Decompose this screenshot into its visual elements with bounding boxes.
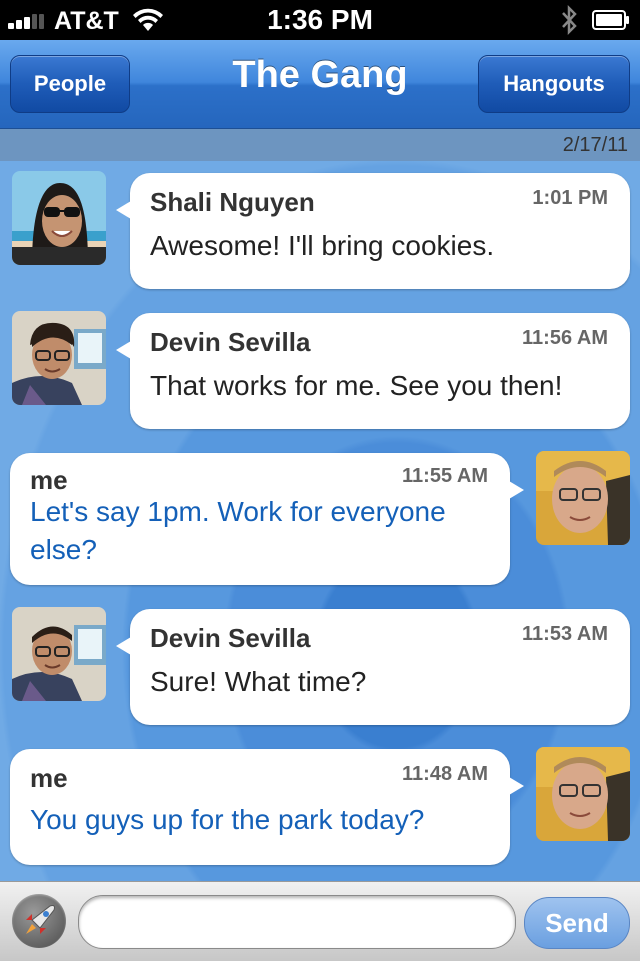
message-sender: Shali Nguyen — [150, 187, 315, 217]
date-label: 2/17/11 — [562, 134, 628, 156]
avatar-me[interactable] — [536, 451, 630, 545]
date-header: 2/17/11 — [0, 129, 640, 161]
message-bubble[interactable]: Devin Sevilla 11:53 AM Sure! What time? — [116, 609, 630, 725]
bluetooth-icon — [562, 4, 577, 36]
message-text: Sure! What time? — [150, 666, 367, 697]
message-timestamp: 11:48 AM — [402, 763, 488, 785]
message-timestamp: 11:56 AM — [522, 327, 608, 349]
message-sender: Devin Sevilla — [150, 327, 311, 357]
compose-bar: Send — [0, 881, 640, 961]
message-bubble[interactable]: Devin Sevilla 11:56 AM That works for me… — [116, 313, 630, 429]
avatar-devin-sevilla[interactable] — [12, 311, 106, 405]
people-button[interactable]: People — [10, 55, 130, 113]
message-timestamp: 11:53 AM — [522, 623, 608, 645]
page-title: The Gang — [232, 54, 408, 96]
message-text-line: else? — [30, 534, 97, 565]
send-button[interactable]: Send — [524, 897, 630, 949]
navigation-bar: People The Gang Hangouts — [0, 40, 640, 129]
avatar-devin-sevilla[interactable] — [12, 607, 106, 701]
message-bubble-mine[interactable]: me 11:48 AM You guys up for the park tod… — [10, 749, 524, 865]
message-input[interactable] — [78, 895, 516, 949]
message-bubble[interactable]: Shali Nguyen 1:01 PM Awesome! I'll bring… — [116, 173, 630, 289]
avatar-shali-nguyen[interactable] — [12, 171, 106, 265]
battery-icon — [592, 10, 629, 30]
message-bubble-mine[interactable]: me 11:55 AM Let's say 1pm. Work for ever… — [10, 453, 524, 585]
message-sender: me — [30, 465, 68, 495]
message-text-line: Let's say 1pm. Work for everyone — [30, 496, 446, 527]
message-text: You guys up for the park today? — [30, 804, 425, 835]
message-sender: Devin Sevilla — [150, 623, 311, 653]
status-bar: AT&T 1:36 PM — [0, 0, 640, 40]
hangouts-button[interactable]: Hangouts — [478, 55, 630, 113]
message-sender: me — [30, 763, 68, 793]
attach-button[interactable] — [12, 894, 66, 948]
message-timestamp: 11:55 AM — [402, 465, 488, 487]
message-list[interactable]: Shali Nguyen 1:01 PM Awesome! I'll bring… — [0, 161, 640, 881]
message-timestamp: 1:01 PM — [532, 187, 608, 209]
rocket-icon — [26, 905, 55, 934]
clock: 1:36 PM — [267, 4, 373, 35]
avatar-me[interactable] — [536, 747, 630, 841]
message-text: That works for me. See you then! — [150, 370, 563, 401]
message-text: Awesome! I'll bring cookies. — [150, 230, 495, 261]
